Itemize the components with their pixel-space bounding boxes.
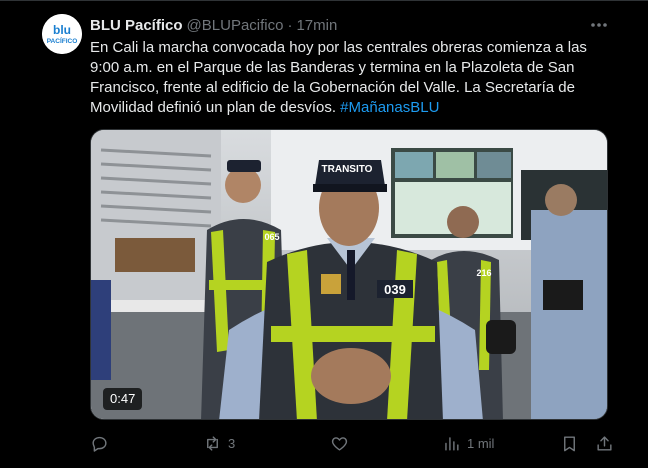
action-bar: 3 1 mil [90,432,620,454]
reply-icon [92,436,107,452]
badge-number-center: 039 [384,282,406,297]
tweet-card[interactable]: blu PACÍFICO BLU Pacífico @BLUPacifico ·… [0,0,648,468]
video-duration: 0:47 [103,388,143,410]
badge-number-left: 065 [264,232,279,242]
cap-text: TRANSITO [322,164,373,175]
post-time[interactable]: 17min [296,17,337,34]
repost-icon [207,435,218,451]
views-count: 1 mil [467,435,495,451]
repost-button[interactable]: 3 [203,432,235,454]
display-name[interactable]: BLU Pacífico [90,17,183,34]
avatar[interactable]: blu PACÍFICO [42,14,82,54]
blu-pacifico-logo: blu PACÍFICO [42,14,82,54]
repost-count: 3 [228,435,236,451]
video-frame: TRANSITO 039 065 216 [91,130,607,419]
tweet-body: En Cali la marcha convocada hoy por las … [90,39,587,116]
video-player[interactable]: TRANSITO 039 065 216 0:47 [90,129,608,420]
reply-button[interactable] [90,432,115,454]
more-icon [591,23,607,27]
views-icon [445,436,459,451]
like-button[interactable] [330,432,355,454]
svg-text:blu: blu [53,23,71,37]
tweet-text: En Cali la marcha convocada hoy por las … [90,38,612,118]
more-options-button[interactable] [589,16,609,34]
hashtag-link[interactable]: #MañanasBLU [340,99,439,116]
bookmark-button[interactable] [560,432,585,454]
svg-text:PACÍFICO: PACÍFICO [47,36,78,45]
like-icon [331,436,348,451]
views-button[interactable]: 1 mil [442,432,494,454]
share-button[interactable] [595,432,620,454]
share-icon [597,435,612,451]
badge-number-right: 216 [476,268,491,278]
bookmark-icon [564,435,575,451]
tweet-header: BLU Pacífico @BLUPacifico · 17min [90,15,608,35]
user-handle[interactable]: @BLUPacifico [187,17,284,34]
separator-dot: · [287,16,293,34]
